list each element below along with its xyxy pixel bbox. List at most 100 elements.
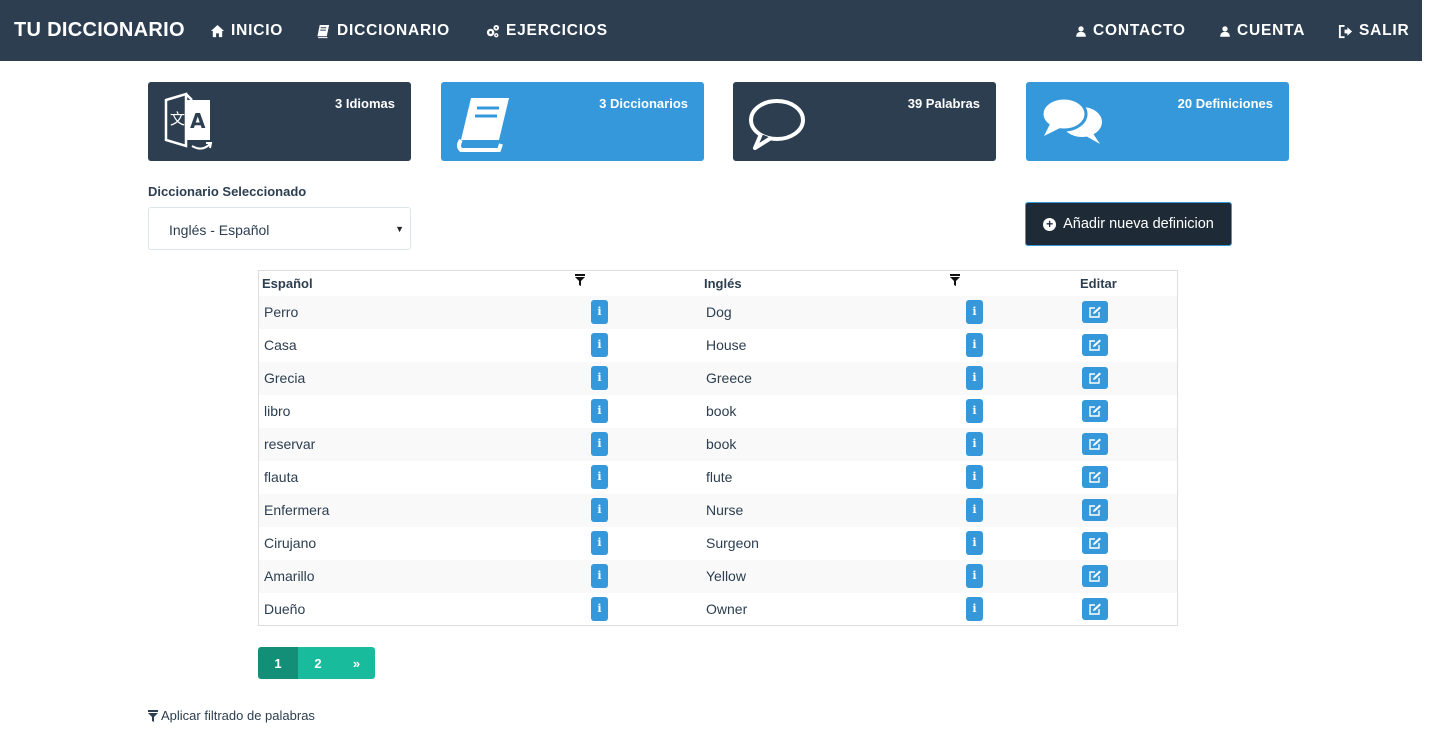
cell-ingles: book (706, 403, 737, 419)
words-table: Español Inglés Editar Perro i Dog i Casa i Hou… (258, 270, 1178, 626)
next-page-button[interactable]: » (338, 647, 375, 679)
cell-espanol: Amarillo (264, 568, 315, 584)
info-ingles-button[interactable]: i (966, 432, 983, 456)
nav-diccionario[interactable]: DICCIONARIO (316, 22, 450, 40)
nav-ejercicios-label: EJERCICIOS (506, 22, 608, 39)
edit-icon (1089, 570, 1101, 582)
nav-contacto-label: CONTACTO (1093, 22, 1186, 39)
book-icon (317, 24, 330, 38)
nav-diccionario-label: DICCIONARIO (337, 22, 450, 39)
edit-icon (1089, 405, 1101, 417)
edit-button[interactable] (1082, 499, 1108, 521)
cell-espanol: Dueño (264, 601, 306, 617)
edit-button[interactable] (1082, 466, 1108, 488)
stat-diccionarios: 3 Diccionarios (441, 82, 704, 161)
info-ingles-button[interactable]: i (966, 333, 983, 357)
caret-down-icon: ▼ (395, 224, 404, 234)
cell-espanol: Grecia (264, 370, 306, 386)
cell-ingles: Owner (706, 601, 748, 617)
cell-espanol: Enfermera (264, 502, 330, 518)
nav-ejercicios[interactable]: EJERCICIOS (485, 22, 608, 40)
info-espanol-button[interactable]: i (591, 564, 608, 588)
table-row: Amarillo i Yellow i (259, 560, 1177, 593)
cell-espanol: flauta (264, 469, 299, 485)
comment-icon (749, 99, 805, 150)
table-row: Enfermera i Nurse i (259, 494, 1177, 527)
info-espanol-button[interactable]: i (591, 366, 608, 390)
info-ingles-button[interactable]: i (966, 399, 983, 423)
nav-cuenta-label: CUENTA (1237, 22, 1306, 39)
svg-text:A: A (190, 109, 206, 133)
info-espanol-button[interactable]: i (591, 465, 608, 489)
apply-filter-label: Aplicar filtrado de palabras (161, 708, 315, 723)
info-espanol-button[interactable]: i (591, 498, 608, 522)
home-icon (210, 24, 225, 37)
stat-idiomas-value: 3 Idiomas (335, 96, 395, 111)
filter-icon[interactable] (575, 274, 585, 286)
edit-button[interactable] (1082, 565, 1108, 587)
edit-button[interactable] (1082, 301, 1108, 323)
edit-button[interactable] (1082, 400, 1108, 422)
info-ingles-button[interactable]: i (966, 597, 983, 621)
info-ingles-button[interactable]: i (966, 531, 983, 555)
cell-ingles: Yellow (706, 568, 746, 584)
brand-logo[interactable]: TU DICCIONARIO (14, 19, 185, 42)
page-1-button[interactable]: 1 (258, 647, 298, 679)
edit-icon (1089, 504, 1101, 516)
info-espanol-button[interactable]: i (591, 531, 608, 555)
header-ingles: Inglés (704, 276, 742, 291)
edit-button[interactable] (1082, 334, 1108, 356)
nav-cuenta[interactable]: CUENTA (1219, 22, 1305, 40)
table-row: Casa i House i (259, 329, 1177, 362)
info-ingles-button[interactable]: i (966, 498, 983, 522)
edit-button[interactable] (1082, 367, 1108, 389)
edit-icon (1089, 438, 1101, 450)
info-ingles-button[interactable]: i (966, 564, 983, 588)
translate-icon: 文 A (164, 92, 213, 150)
book-icon (457, 98, 509, 152)
info-espanol-button[interactable]: i (591, 597, 608, 621)
page-2-button[interactable]: 2 (298, 647, 338, 679)
navbar: TU DICCIONARIO INICIO DICCIONARIO EJERCI… (0, 0, 1422, 61)
edit-icon (1089, 603, 1101, 615)
info-ingles-button[interactable]: i (966, 366, 983, 390)
info-espanol-button[interactable]: i (591, 399, 608, 423)
table-row: flauta i flute i (259, 461, 1177, 494)
add-definition-label: Añadir nueva definicion (1063, 216, 1214, 232)
user-icon (1076, 25, 1086, 37)
table-row: libro i book i (259, 395, 1177, 428)
apply-filter-link[interactable]: Aplicar filtrado de palabras (148, 708, 315, 723)
info-espanol-button[interactable]: i (591, 300, 608, 324)
nav-salir[interactable]: SALIR (1338, 22, 1410, 40)
edit-icon (1089, 537, 1101, 549)
nav-inicio[interactable]: INICIO (210, 22, 283, 40)
dictionary-select[interactable]: Inglés - Español ▼ (148, 207, 411, 250)
edit-button[interactable] (1082, 598, 1108, 620)
table-row: reservar i book i (259, 428, 1177, 461)
filter-icon[interactable] (950, 274, 960, 286)
edit-icon (1089, 306, 1101, 318)
edit-icon (1089, 372, 1101, 384)
stat-idiomas: 文 A 3 Idiomas (148, 82, 411, 161)
table-row: Cirujano i Surgeon i (259, 527, 1177, 560)
svg-text:文: 文 (170, 110, 185, 128)
stat-palabras: 39 Palabras (733, 82, 996, 161)
info-ingles-button[interactable]: i (966, 465, 983, 489)
sign-out-icon (1338, 24, 1353, 38)
edit-button[interactable] (1082, 433, 1108, 455)
dictionary-select-label: Diccionario Seleccionado (148, 184, 307, 199)
info-espanol-button[interactable]: i (591, 333, 608, 357)
add-definition-button[interactable]: + Añadir nueva definicion (1025, 202, 1232, 246)
cell-ingles: Dog (706, 304, 732, 320)
plus-circle-icon: + (1043, 217, 1057, 231)
cell-ingles: flute (706, 469, 733, 485)
edit-button[interactable] (1082, 532, 1108, 554)
info-ingles-button[interactable]: i (966, 300, 983, 324)
filter-icon (148, 709, 158, 722)
nav-contacto[interactable]: CONTACTO (1075, 22, 1186, 40)
cell-ingles: Nurse (706, 502, 744, 518)
pagination: 1 2 » (258, 647, 375, 679)
edit-icon (1089, 471, 1101, 483)
comments-icon (1040, 96, 1102, 144)
info-espanol-button[interactable]: i (591, 432, 608, 456)
